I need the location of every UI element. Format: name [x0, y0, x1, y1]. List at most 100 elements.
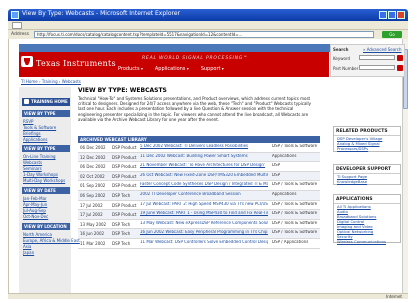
- part-number-go-button[interactable]: [397, 65, 403, 71]
- row-title-link[interactable]: 19 June Webcast: PART 1 - Using MSP430 t…: [140, 211, 268, 216]
- part-number-input[interactable]: [359, 65, 395, 70]
- table-header: ARCHIVED WEBCAST LIBRARY: [78, 136, 320, 143]
- leftnav-section-header: VIEW BY DATE: [22, 187, 70, 194]
- leftnav-item[interactable]: Oct-Nov-Dec: [23, 214, 48, 219]
- leftnav-item[interactable]: RSVP: [23, 119, 33, 124]
- applications-box: APPLICATIONS All TI Applications Audio B…: [333, 194, 401, 244]
- keyword-label: Keyword: [333, 56, 351, 61]
- row-type: DSP Product: [112, 173, 137, 179]
- support-link[interactable]: KnowledgeBase: [334, 179, 400, 184]
- leftnav-item[interactable]: Seminars: [23, 166, 42, 171]
- tab-support[interactable]: Support: [201, 66, 224, 74]
- row-type: DSP Product: [112, 154, 137, 160]
- row-title-link[interactable]: 13 May Webcast: New eXpressDSP Reference…: [140, 221, 268, 226]
- row-type: DSP Tech: [112, 240, 131, 246]
- leftnav-item[interactable]: Multi-Day Workshops: [23, 178, 65, 183]
- table-row: 13 May 2002 DSP Tech 13 May Webcast: New e…: [78, 220, 320, 230]
- leftnav-item[interactable]: Tools & Software: [23, 125, 56, 130]
- row-date: 11 Mar 2002: [80, 240, 106, 246]
- leftnav-item[interactable]: Briefings: [23, 131, 41, 136]
- row-type: DSP Tech: [112, 221, 131, 227]
- row-category: Applications: [272, 153, 297, 158]
- banner-tabs: Products Applications Support: [118, 66, 224, 74]
- search-title: Search: [333, 47, 349, 52]
- brand-tagline: REAL WORLD SIGNAL PROCESSING™: [142, 56, 249, 61]
- table-row: 11 Mar 2002 DSP Tech 11 Mar Webcast: DSP C…: [78, 239, 320, 249]
- home-icon: [24, 99, 29, 104]
- leftnav-item[interactable]: 1-Day Workshops: [23, 172, 58, 177]
- leftnav-item[interactable]: Jul-Aug-Sep: [23, 208, 46, 213]
- row-title-link[interactable]: 2002 TI Developer Conference Broadband S…: [140, 192, 268, 197]
- top-nav: Contact Us Buy About TI TI Worldwide My …: [19, 44, 379, 61]
- row-title-link[interactable]: 26 Oct Webcast: New Fixed-Zone DSP/TMS32…: [140, 173, 268, 178]
- keyword-go-button[interactable]: [397, 55, 403, 61]
- leftnav-item[interactable]: On-Line Training: [23, 154, 56, 159]
- related-link[interactable]: Processors/DSPs: [334, 146, 400, 151]
- ti-logo-icon[interactable]: [21, 56, 33, 67]
- table-row: 02 Oct 2002 DSP Product 26 Oct Webcast: Ne…: [78, 171, 320, 182]
- table-row: 16 Jun 2002 DSP Tech 16 Jun 2002 Webcast: …: [78, 229, 320, 239]
- row-title-link[interactable]: 11 Mar Webcast: DSP Controllers Solve Em…: [140, 240, 268, 245]
- status-bar: Internet: [8, 293, 408, 299]
- row-title-link[interactable]: 16 Jun 2002 Webcast: Easy Peripheral Pro…: [140, 230, 268, 235]
- table-row: 06 Dec 2002 DSP Product 5 Dec 2002 Webcast…: [78, 143, 320, 153]
- maximize-button[interactable]: [388, 11, 396, 19]
- leftnav-item[interactable]: North America: [23, 232, 52, 237]
- row-title-link[interactable]: 17 Jul Webcast: PART 2: High Speed MSP43…: [140, 202, 268, 207]
- leftnav-item[interactable]: Asia: [23, 244, 31, 249]
- leftnav-section-header: VIEW BY LOCATION: [22, 223, 70, 230]
- applications-title: APPLICATIONS: [334, 195, 400, 204]
- row-type: DSP Product: [112, 202, 137, 208]
- related-products-box: RELATED PRODUCTS DSP Developer's Village…: [333, 126, 401, 152]
- close-button[interactable]: [397, 11, 405, 19]
- menu-bar: File Edit View Favorites Tools Help: [8, 21, 408, 39]
- tab-products[interactable]: Products: [118, 66, 143, 74]
- row-type: DSP Product: [112, 145, 137, 150]
- row-title-link[interactable]: 21 November Webcast: 'To Have Architectu…: [140, 163, 268, 168]
- row-date: 13 May 2002: [80, 221, 107, 227]
- leftnav-item[interactable]: Jan-Feb-Mar: [23, 196, 47, 201]
- row-title-link[interactable]: 11 Dec 2002 Webcast: Building Power Smar…: [140, 154, 268, 159]
- part-number-label: Part Number: [333, 66, 359, 71]
- go-button[interactable]: Go: [382, 31, 402, 38]
- row-date: 17 Jul 2002: [80, 212, 103, 218]
- vertical-scrollbar[interactable]: [402, 39, 408, 293]
- row-date: 12 Dec 2002: [80, 154, 106, 160]
- brand-name[interactable]: Texas Instruments: [36, 59, 116, 68]
- row-category: Applications: [272, 191, 297, 196]
- row-category: DSP / Tools & Software: [272, 220, 318, 225]
- row-title-link[interactable]: 5 Dec 2002 Webcast: TI Delivers Leadless…: [140, 144, 268, 149]
- leftnav-item[interactable]: Applications: [23, 137, 47, 142]
- table-row: 06 Dec 2002 DSP Product 21 November Webcas…: [78, 162, 320, 172]
- leftnav-section-header: VIEW BY TYPE: [22, 145, 70, 152]
- row-category: DSP: [272, 163, 281, 168]
- row-date: 01 Sep 2002: [80, 183, 106, 189]
- row-title-link[interactable]: Faster Concept Code Syntheses DSP Design…: [140, 182, 268, 187]
- row-type: DSP Tech: [112, 192, 131, 198]
- address-input[interactable]: http://focus.ti.com/docs/catalog/catalog…: [34, 31, 374, 38]
- advanced-search-link[interactable]: » Advanced Search: [363, 47, 402, 52]
- row-type: DSP Product: [112, 183, 137, 189]
- training-home-label: TRAINING HOME: [31, 99, 68, 104]
- row-date: 06 Sep 2002: [80, 192, 106, 198]
- minimize-button[interactable]: [379, 11, 387, 19]
- window-title: View By Type: Webcasts - Microsoft Inter…: [22, 10, 180, 17]
- row-category: DSP / Tools & Software: [272, 182, 318, 187]
- intro-text: Technical "How-To" and Systems Solutions…: [78, 96, 312, 122]
- row-date: 16 Jun 2002: [80, 231, 105, 237]
- title-bar: View By Type: Webcasts - Microsoft Inter…: [8, 9, 408, 21]
- training-home-button[interactable]: TRAINING HOME: [22, 98, 70, 106]
- keyword-input[interactable]: [359, 55, 395, 60]
- row-date: 17 Jul 2002: [80, 202, 103, 208]
- leftnav-item[interactable]: Apr-May-Jun: [23, 202, 47, 207]
- breadcrumb[interactable]: TI Home › Training › Webcasts: [21, 79, 81, 84]
- leftnav-item[interactable]: Webcasts: [23, 160, 42, 165]
- tab-applications[interactable]: Applications: [155, 66, 189, 74]
- row-date: 06 Dec 2002: [80, 145, 106, 150]
- row-category: DSP: [272, 172, 281, 177]
- row-type: DSP Product: [112, 164, 137, 170]
- leftnav-item[interactable]: Europe, Africa & Middle East: [23, 238, 80, 243]
- row-date: 06 Dec 2002: [80, 164, 106, 170]
- leftnav-item[interactable]: Japan: [23, 250, 34, 255]
- application-link[interactable]: Wireless Communications: [334, 239, 400, 244]
